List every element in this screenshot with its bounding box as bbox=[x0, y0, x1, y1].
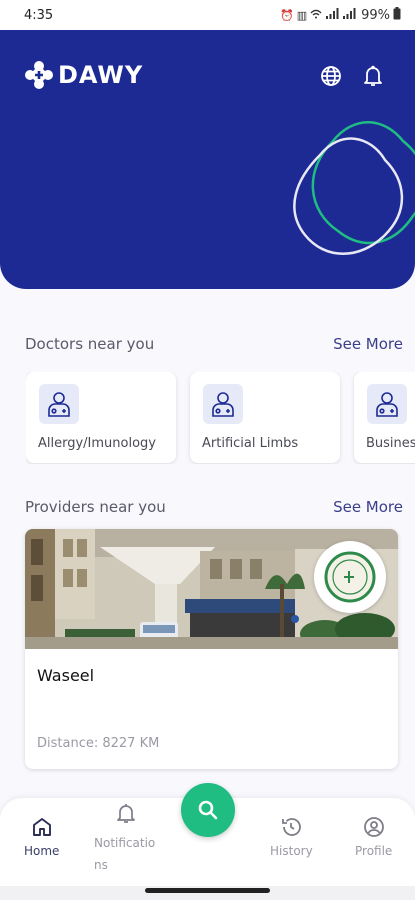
search-icon bbox=[198, 800, 218, 820]
providers-section-title: Providers near you bbox=[25, 498, 166, 516]
nav-profile[interactable]: Profile bbox=[355, 816, 392, 858]
providers-section-header: Providers near you See More bbox=[25, 498, 403, 516]
brand-name: DAWY bbox=[58, 61, 144, 89]
home-indicator[interactable] bbox=[145, 888, 270, 893]
battery-icon bbox=[393, 7, 401, 23]
nav-home-label: Home bbox=[24, 844, 60, 858]
status-time: 4:35 bbox=[24, 7, 54, 23]
doctors-section-title: Doctors near you bbox=[25, 335, 155, 353]
doctor-specialty-label: Artificial Limbs bbox=[202, 436, 299, 451]
nav-history-label: History bbox=[270, 844, 313, 858]
nav-home[interactable]: Home bbox=[24, 816, 59, 858]
home-icon bbox=[32, 818, 51, 836]
app-screen: 4:35 ⏰ ▥ 99% DAWY Doctors near you See M… bbox=[0, 0, 415, 900]
provider-name: Waseel bbox=[37, 666, 95, 685]
doctor-specialty-card[interactable]: Allergy/Imunology bbox=[26, 372, 176, 463]
signal-icon bbox=[325, 8, 339, 22]
doctors-list: Allergy/Imunology Artificial Limbs Busin… bbox=[26, 372, 415, 464]
doctor-specialty-label: Allergy/Imunology bbox=[38, 436, 156, 451]
alarm-icon: ⏰ bbox=[279, 8, 294, 22]
provider-distance: Distance: 8227 KM bbox=[37, 736, 160, 751]
doctors-see-more-link[interactable]: See More bbox=[333, 335, 403, 353]
doctor-icon bbox=[39, 384, 79, 424]
nav-notifications[interactable]: Notifications bbox=[94, 802, 158, 876]
providers-see-more-link[interactable]: See More bbox=[333, 498, 403, 516]
doctor-specialty-label: Busines bbox=[366, 436, 415, 451]
profile-icon bbox=[363, 817, 384, 837]
nav-history[interactable]: History bbox=[270, 816, 313, 858]
globe-icon[interactable] bbox=[319, 64, 343, 88]
wifi-icon bbox=[310, 8, 322, 22]
doctor-icon bbox=[367, 384, 407, 424]
bell-icon[interactable] bbox=[361, 64, 385, 88]
search-fab-button[interactable] bbox=[181, 783, 235, 837]
doctor-specialty-card[interactable]: Busines bbox=[354, 372, 415, 463]
provider-photo bbox=[25, 529, 398, 649]
doctor-specialty-card[interactable]: Artificial Limbs bbox=[190, 372, 340, 463]
decorative-blob-icon bbox=[293, 121, 415, 255]
signal-icon bbox=[342, 8, 356, 22]
header-actions bbox=[319, 64, 385, 88]
doctor-icon bbox=[203, 384, 243, 424]
doctors-section-header: Doctors near you See More bbox=[25, 335, 403, 353]
bell-icon bbox=[117, 804, 135, 823]
dawy-logo-icon bbox=[25, 61, 53, 89]
nav-notifications-label: Notifications bbox=[94, 836, 156, 872]
vibrate-icon: ▥ bbox=[296, 8, 308, 22]
status-icons: ⏰ ▥ 99% bbox=[280, 7, 401, 23]
battery-level: 99% bbox=[361, 7, 390, 23]
brand-logo: DAWY bbox=[24, 60, 143, 90]
status-bar: 4:35 ⏰ ▥ 99% bbox=[0, 0, 415, 30]
hero-header: DAWY bbox=[0, 30, 415, 289]
provider-card[interactable]: Waseel Distance: 8227 KM bbox=[25, 529, 398, 769]
nav-profile-label: Profile bbox=[355, 844, 393, 858]
history-icon bbox=[282, 818, 302, 836]
provider-logo-icon bbox=[314, 541, 386, 613]
